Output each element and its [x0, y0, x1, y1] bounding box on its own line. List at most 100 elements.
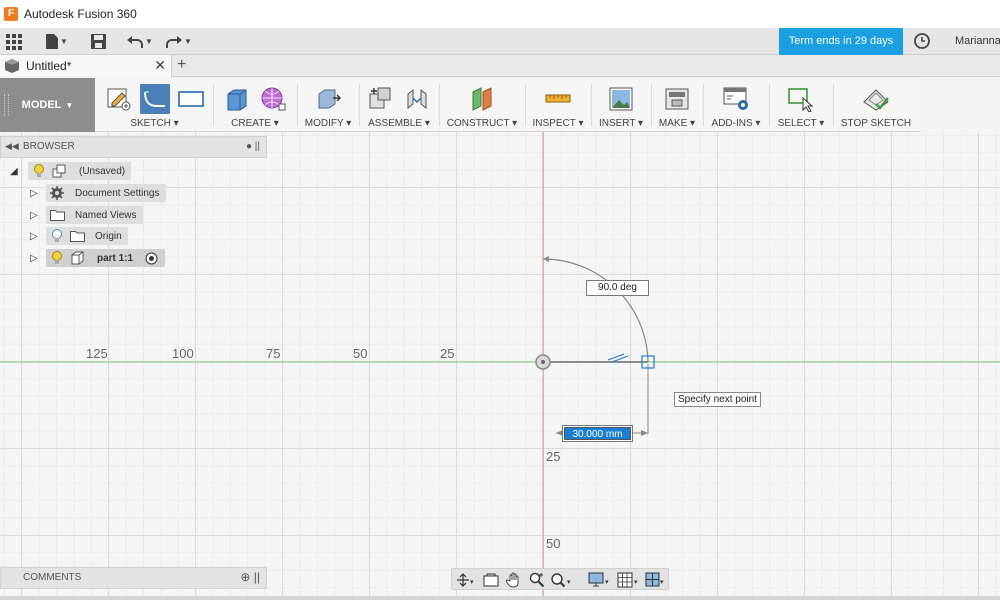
- grid-snaps-icon[interactable]: ▾: [616, 571, 642, 588]
- angle-arc: [542, 258, 649, 363]
- modify-menu[interactable]: MODIFY ▾: [299, 118, 357, 129]
- tree-label: Document Settings: [75, 187, 160, 199]
- create-sketch-icon[interactable]: [104, 84, 134, 114]
- new-tab-icon[interactable]: +: [177, 56, 186, 74]
- collapsed-triangle-icon[interactable]: ▷: [30, 188, 42, 199]
- x-axis-label-100: 100: [172, 346, 194, 361]
- document-tab[interactable]: Untitled* ✕: [0, 55, 172, 77]
- press-pull-icon[interactable]: [313, 84, 343, 114]
- construct-group: CONSTRUCT ▾: [441, 78, 523, 132]
- tree-item-document-settings[interactable]: ▷ Document Settings: [30, 184, 166, 202]
- lightbulb-icon[interactable]: [49, 250, 65, 266]
- display-settings-icon[interactable]: ▾: [586, 571, 614, 588]
- toolbar-grip: [4, 94, 9, 116]
- addins-group: ADD-INS ▾: [705, 78, 767, 132]
- addins-menu[interactable]: ADD-INS ▾: [705, 118, 767, 129]
- make-menu[interactable]: MAKE ▾: [653, 118, 701, 129]
- measure-ruler-icon[interactable]: [543, 84, 573, 114]
- make-group: MAKE ▾: [653, 78, 701, 132]
- pan-hand-icon[interactable]: [503, 571, 525, 588]
- scripts-addins-icon[interactable]: [721, 84, 751, 114]
- collapsed-triangle-icon[interactable]: ▷: [30, 210, 42, 221]
- y-axis-label-50: 50: [546, 536, 561, 551]
- insert-image-icon[interactable]: [606, 84, 636, 114]
- svg-text:▾: ▾: [470, 578, 474, 586]
- collapse-panel-icon[interactable]: ◀◀: [5, 141, 19, 152]
- add-comment-icon[interactable]: ⊕ ||: [240, 570, 260, 584]
- activate-radio-icon[interactable]: [143, 250, 159, 266]
- assemble-group: ASSEMBLE ▾: [361, 78, 437, 132]
- form-sphere-icon[interactable]: [258, 84, 288, 114]
- ribbon-toolbar: MODEL ▼ SKETCH ▾ CREATE ▾ MODIFY ▾ ASSEM…: [0, 78, 920, 132]
- new-component-icon[interactable]: [366, 84, 396, 114]
- 3d-print-icon[interactable]: [662, 84, 692, 114]
- lightbulb-off-icon[interactable]: [49, 228, 65, 244]
- assemble-menu[interactable]: ASSEMBLE ▾: [361, 118, 437, 129]
- comments-panel-header[interactable]: COMMENTS ⊕ ||: [0, 567, 267, 589]
- create-group: CREATE ▾: [215, 78, 295, 132]
- tree-label: part 1:1: [97, 252, 134, 264]
- lightbulb-icon[interactable]: [31, 163, 47, 179]
- extrude-icon[interactable]: [222, 84, 252, 114]
- data-panel-grid-icon[interactable]: [4, 31, 24, 52]
- file-menu-button[interactable]: ▼: [43, 31, 71, 52]
- undo-button[interactable]: ▼: [125, 31, 155, 52]
- insert-menu[interactable]: INSERT ▾: [593, 118, 649, 129]
- select-cursor-icon[interactable]: [786, 84, 816, 114]
- fusion-logo-icon: F: [4, 7, 18, 21]
- tree-item-origin[interactable]: ▷ Origin: [30, 227, 128, 245]
- tree-item-part[interactable]: ▷ part 1:1: [30, 249, 166, 267]
- collapsed-triangle-icon[interactable]: ▷: [30, 253, 42, 264]
- zoom-icon[interactable]: [526, 571, 548, 588]
- x-axis-label-75: 75: [266, 346, 281, 361]
- svg-text:▾: ▾: [660, 578, 664, 586]
- redo-button[interactable]: ▼: [164, 31, 194, 52]
- length-input[interactable]: 30.000 mm: [562, 425, 633, 442]
- sketch-group: SKETCH ▾: [97, 78, 212, 132]
- y-axis-label-25: 25: [546, 449, 561, 464]
- job-status-clock-icon[interactable]: [913, 32, 931, 50]
- rectangle-tool-icon[interactable]: [176, 84, 206, 114]
- chevron-down-icon: ▼: [65, 100, 74, 110]
- prompt-tooltip: Specify next point: [674, 392, 761, 407]
- term-banner[interactable]: Term ends in 29 days: [779, 28, 903, 55]
- line-tool-icon[interactable]: [139, 84, 170, 114]
- expanded-triangle-icon[interactable]: ◢: [10, 166, 22, 177]
- angle-input[interactable]: 90.0 deg: [586, 280, 649, 296]
- panel-pin-icon[interactable]: ● ||: [246, 141, 260, 152]
- select-group: SELECT ▾: [771, 78, 831, 132]
- quick-access-toolbar: ▼ ▼ ▼ Term ends in 29 days Marianna R: [0, 28, 1000, 55]
- workspace-switcher[interactable]: MODEL ▼: [0, 78, 95, 132]
- gear-icon: [49, 185, 65, 201]
- x-axis-label-125: 125: [86, 346, 108, 361]
- create-menu[interactable]: CREATE ▾: [215, 118, 295, 129]
- select-menu[interactable]: SELECT ▾: [771, 118, 831, 129]
- tree-item-root[interactable]: ◢ (Unsaved): [10, 162, 132, 180]
- navigation-bar: ▾ ▾ ▾ ▾ ▾: [451, 568, 669, 590]
- svg-text:▾: ▾: [634, 578, 638, 586]
- redo-icon: [166, 35, 183, 48]
- collapsed-triangle-icon[interactable]: ▷: [30, 231, 42, 242]
- modify-group: MODIFY ▾: [299, 78, 357, 132]
- save-icon[interactable]: [89, 31, 107, 52]
- app-title: Autodesk Fusion 360: [24, 7, 137, 21]
- title-bar: F Autodesk Fusion 360: [0, 0, 1000, 28]
- user-account-name[interactable]: Marianna R: [955, 28, 1000, 55]
- length-value: 30.000 mm: [564, 427, 631, 440]
- construct-menu[interactable]: CONSTRUCT ▾: [441, 118, 523, 129]
- look-at-icon[interactable]: [480, 571, 502, 588]
- close-tab-icon[interactable]: ✕: [154, 58, 166, 72]
- viewports-icon[interactable]: ▾: [644, 571, 668, 588]
- offset-plane-icon[interactable]: [467, 84, 497, 114]
- browser-panel-header[interactable]: ◀◀ BROWSER ● ||: [0, 136, 267, 158]
- orbit-icon[interactable]: ▾: [454, 571, 478, 588]
- browser-title: BROWSER: [23, 141, 75, 152]
- joint-icon[interactable]: [402, 84, 432, 114]
- zoom-window-icon[interactable]: ▾: [548, 571, 576, 588]
- svg-text:▾: ▾: [567, 578, 571, 586]
- stop-sketch-icon[interactable]: [861, 84, 891, 114]
- inspect-menu[interactable]: INSPECT ▾: [527, 118, 589, 129]
- tree-item-named-views[interactable]: ▷ Named Views: [30, 206, 143, 224]
- sketch-menu[interactable]: SKETCH ▾: [97, 118, 212, 129]
- stop-sketch-button[interactable]: STOP SKETCH: [835, 118, 917, 129]
